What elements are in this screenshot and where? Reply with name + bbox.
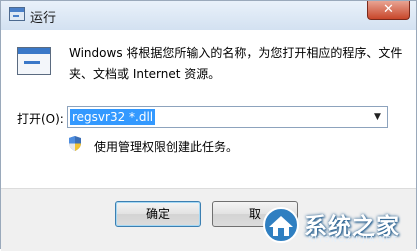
- watermark-logo: [263, 207, 299, 243]
- open-label: 打开(O):: [17, 112, 64, 126]
- run-dialog: 运行 ✕ Windows 将根据您所输入的名称，为您打开相应的程序、文件夹、文档…: [0, 0, 417, 251]
- title-bar[interactable]: 运行 ✕: [1, 1, 416, 30]
- watermark: 系统之家 XITONGZHIJIA.NET: [252, 203, 412, 247]
- watermark-url: XITONGZHIJIA.NET: [308, 235, 398, 244]
- run-program-icon: [17, 47, 51, 75]
- button-bar: 确定 取 系统之家 XITONGZHIJIA.NET: [1, 188, 416, 251]
- open-input-value[interactable]: regsvr32 *.dll: [70, 109, 156, 125]
- close-button[interactable]: ✕: [367, 1, 410, 20]
- dialog-content: Windows 将根据您所输入的名称，为您打开相应的程序、文件夹、文档或 Int…: [1, 30, 416, 188]
- ok-button[interactable]: 确定: [115, 201, 201, 227]
- description-text: Windows 将根据您所输入的名称，为您打开相应的程序、文件夹、文档或 Int…: [69, 46, 403, 81]
- admin-privilege-note: 使用管理权限创建此任务。: [94, 140, 239, 154]
- window-title: 运行: [30, 11, 57, 26]
- close-icon: ✕: [383, 2, 394, 17]
- shield-icon: [69, 136, 81, 151]
- run-app-icon: [9, 7, 25, 21]
- dropdown-arrow-icon[interactable]: ▼: [370, 109, 385, 125]
- open-combobox[interactable]: regsvr32 *.dll ▼: [67, 106, 388, 128]
